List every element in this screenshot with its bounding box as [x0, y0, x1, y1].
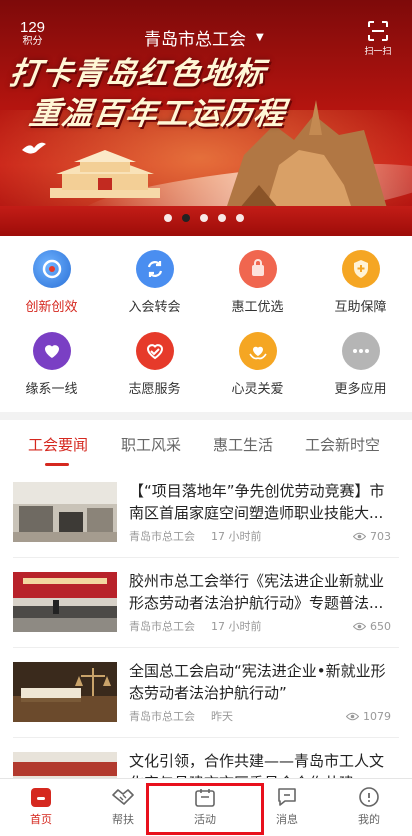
feature-bond[interactable]: 缘系一线 — [0, 332, 103, 397]
points-label: 积分 — [22, 36, 43, 47]
app-screen: 129 积分 青岛市总工会 ▼ 扫一扫 打卡青岛红色地标 重温百年工运历程 创新… — [0, 0, 412, 836]
nav-profile[interactable]: 我的 — [328, 785, 410, 827]
news-time: 昨天 — [211, 710, 233, 723]
active-tab-indicator — [45, 463, 69, 466]
news-meta: 青岛市总工会 昨天 1079 — [129, 708, 391, 724]
carousel-dot[interactable] — [200, 214, 208, 222]
news-item[interactable]: 胶州市总工会举行《宪法进企业新就业形态劳动者法治护航行动》专题普法... 青岛市… — [0, 558, 412, 648]
feature-more[interactable]: 更多应用 — [309, 332, 412, 397]
feature-transfer[interactable]: 入会转会 — [103, 250, 206, 315]
city-name: 青岛市总工会 — [144, 30, 246, 50]
care-hands-icon — [238, 332, 277, 370]
points-value: 129 — [20, 19, 46, 36]
eye-icon — [353, 622, 366, 630]
news-source: 青岛市总工会 — [129, 620, 195, 633]
feature-label: 创新创效 — [25, 300, 78, 315]
transfer-icon — [135, 250, 174, 288]
tab-new-space[interactable]: 工会新时空 — [305, 434, 380, 455]
news-item[interactable]: 全国总工会启动“宪法进企业•新就业形态劳动者法治护航行动” 青岛市总工会 昨天 … — [0, 648, 412, 738]
city-selector[interactable]: 青岛市总工会 ▼ — [144, 25, 264, 50]
news-title: 胶州市总工会举行《宪法进企业新就业形态劳动者法治护航行动》专题普法... — [129, 572, 385, 612]
message-icon — [278, 788, 296, 806]
feature-volunteer[interactable]: 志愿服务 — [103, 332, 206, 397]
shopping-bag-icon — [238, 250, 277, 288]
volunteer-heart-icon — [135, 332, 174, 370]
news-source: 青岛市总工会 — [129, 710, 195, 723]
carousel-dot[interactable] — [236, 214, 244, 222]
caret-down-icon: ▼ — [256, 32, 264, 43]
profile-icon — [359, 787, 379, 807]
scan-label: 扫一扫 — [364, 47, 392, 57]
nav-label: 首页 — [30, 813, 52, 826]
innovation-icon — [32, 250, 71, 288]
news-thumbnail — [13, 482, 117, 542]
news-views: 703 — [353, 528, 391, 544]
news-meta: 青岛市总工会 17 小时前 650 — [129, 618, 391, 634]
shield-plus-icon — [341, 250, 380, 288]
tab-worker-style[interactable]: 职工风采 — [121, 434, 181, 455]
points-display[interactable]: 129 积分 — [20, 20, 45, 48]
news-source: 青岛市总工会 — [129, 530, 195, 543]
news-time: 17 小时前 — [211, 620, 262, 633]
feature-shopping[interactable]: 惠工优选 — [206, 250, 309, 315]
carousel-dot[interactable] — [218, 214, 226, 222]
feature-label: 入会转会 — [128, 300, 181, 315]
activity-tab-highlight — [146, 783, 264, 835]
news-views: 1079 — [346, 708, 391, 724]
feature-label: 惠工优选 — [231, 300, 284, 315]
banner-headline-line1: 打卡青岛红色地标 — [6, 56, 269, 92]
news-time: 17 小时前 — [211, 530, 262, 543]
tab-benefit-life[interactable]: 惠工生活 — [213, 434, 273, 455]
feature-label: 更多应用 — [334, 382, 387, 397]
news-tabs: 工会要闻 职工风采 惠工生活 工会新时空 — [0, 420, 412, 468]
nav-home[interactable]: 首页 — [0, 785, 82, 827]
banner-headline-line2: 重温百年工运历程 — [26, 96, 289, 132]
news-title: 【“项目落地年”争先创优劳动竞赛】市南区首届家庭空间塑造师职业技能大... — [129, 482, 385, 522]
carousel-indicator — [164, 214, 244, 222]
banner-carousel[interactable]: 129 积分 青岛市总工会 ▼ 扫一扫 打卡青岛红色地标 重温百年工运历程 — [0, 0, 412, 236]
news-meta: 青岛市总工会 17 小时前 703 — [129, 528, 391, 544]
feature-label: 缘系一线 — [25, 382, 78, 397]
carousel-dot-active[interactable] — [182, 214, 190, 222]
feature-label: 心灵关爱 — [231, 382, 284, 397]
news-item[interactable]: 【“项目落地年”争先创优劳动竞赛】市南区首届家庭空间塑造师职业技能大... 青岛… — [0, 468, 412, 558]
nav-label: 我的 — [358, 813, 380, 826]
carousel-dot[interactable] — [164, 214, 172, 222]
feature-protection[interactable]: 互助保障 — [309, 250, 412, 315]
news-title: 全国总工会启动“宪法进企业•新就业形态劳动者法治护航行动” — [129, 662, 386, 702]
news-thumbnail — [13, 662, 117, 722]
handshake-icon — [112, 789, 134, 805]
dove-illustration — [22, 142, 46, 154]
section-separator — [0, 412, 412, 420]
eye-icon — [346, 712, 359, 720]
news-view-count: 1079 — [363, 709, 391, 723]
news-thumbnail — [13, 572, 117, 632]
tiananmen-gate-illustration — [50, 150, 160, 198]
news-views: 650 — [353, 618, 391, 634]
feature-innovation[interactable]: 创新创效 — [0, 250, 103, 315]
news-view-count: 703 — [370, 529, 391, 543]
home-icon — [31, 788, 51, 807]
more-icon — [341, 332, 380, 370]
feature-label: 互助保障 — [334, 300, 387, 315]
feature-label: 志愿服务 — [128, 382, 181, 397]
scan-button[interactable]: 扫一扫 — [360, 20, 396, 57]
heart-icon — [32, 332, 71, 370]
news-view-count: 650 — [370, 619, 391, 633]
feature-care[interactable]: 心灵关爱 — [206, 332, 309, 397]
eye-icon — [353, 532, 366, 540]
scan-icon — [368, 21, 388, 41]
tab-union-news[interactable]: 工会要闻 — [28, 434, 88, 455]
feature-grid: 创新创效 入会转会 惠工优选 互助保障 缘系一线 志愿服务 心灵关爱 更多应用 — [0, 236, 412, 412]
